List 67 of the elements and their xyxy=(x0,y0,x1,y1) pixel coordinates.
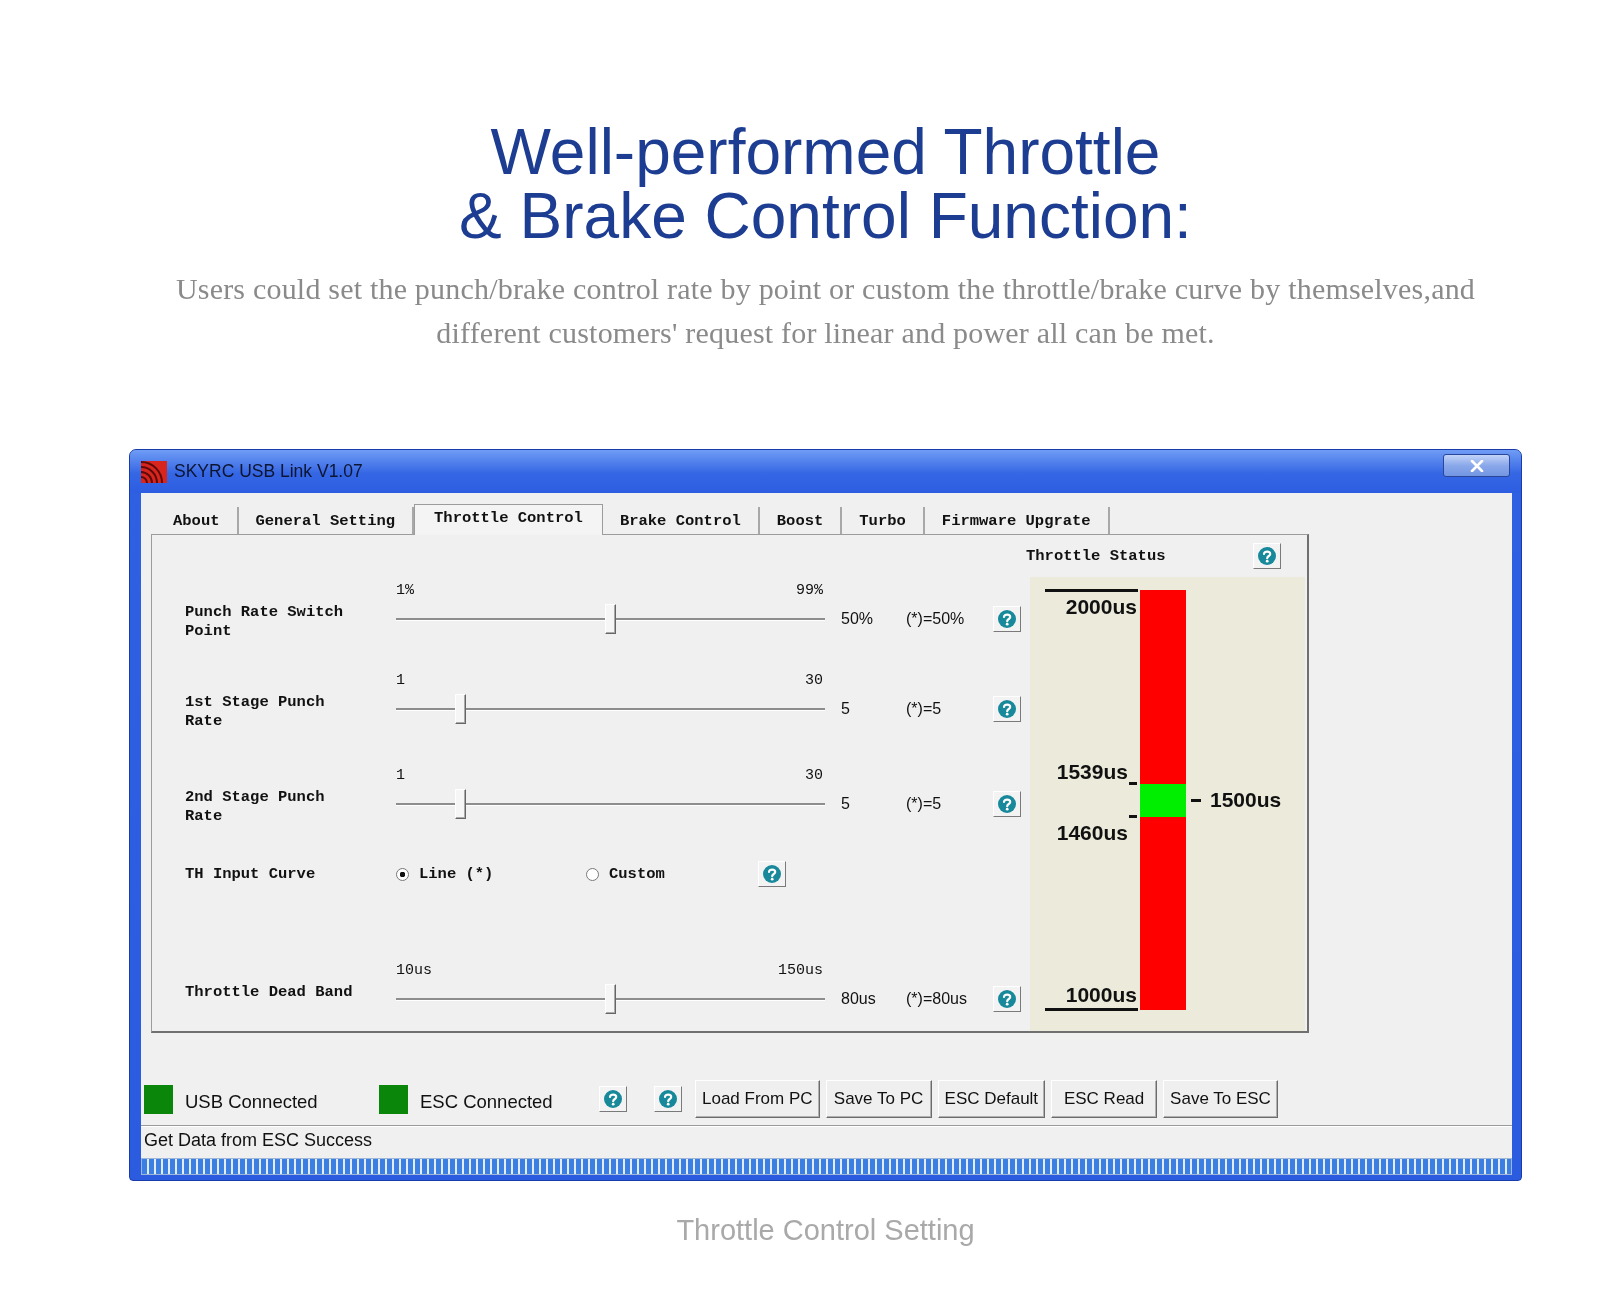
help-icon xyxy=(659,1090,677,1108)
action-button[interactable]: ESC Read xyxy=(1051,1080,1158,1118)
caption: Throttle Control Setting xyxy=(675,1213,976,1247)
setting-label: 1st Stage Punch Rate xyxy=(185,693,326,731)
setting-label: Punch Rate Switch Point xyxy=(185,603,345,641)
radio-option[interactable]: Custom xyxy=(586,865,758,883)
action-button[interactable]: Load From PC xyxy=(695,1080,820,1118)
radio-button[interactable] xyxy=(586,867,599,881)
range-max-label: 30 xyxy=(805,671,823,691)
close-button[interactable] xyxy=(1443,454,1510,477)
help-icon xyxy=(998,610,1016,628)
subtitle-paragraph: Users could set the punch/brake control rate by point or custom the throttle/brake curve by themselves,and different customers' request for linear and power all can be met. xyxy=(174,271,1477,351)
panel-title: Throttle Status xyxy=(1026,547,1166,565)
range-min-label: 1 xyxy=(396,766,405,786)
help-icon xyxy=(604,1090,622,1108)
range-max-label: 99% xyxy=(796,581,823,601)
help-icon xyxy=(998,795,1016,813)
status-label: ESC Connected xyxy=(420,1091,553,1113)
help-button[interactable] xyxy=(993,606,1021,632)
value-label: 80us xyxy=(841,990,877,1008)
help-button[interactable] xyxy=(654,1086,682,1112)
tab[interactable]: Throttle Control xyxy=(414,504,603,535)
window-title: SKYRC USB Link V1.07 xyxy=(174,461,363,482)
action-button[interactable]: Save To PC xyxy=(825,1080,932,1118)
value-label: 5 xyxy=(841,795,851,813)
help-icon xyxy=(763,865,781,883)
headline: Well-performed Throttle & Brake Control Function: xyxy=(458,120,1193,248)
range-max-label: 150us xyxy=(778,961,823,981)
default-value-label: (*)=5 xyxy=(906,795,943,813)
range-min-label: 1% xyxy=(396,581,414,601)
scale-label: 1539us xyxy=(1056,759,1128,784)
status-message: Get Data from ESC Success xyxy=(143,1129,374,1152)
action-button[interactable]: Save To ESC xyxy=(1163,1080,1278,1118)
setting-label: TH Input Curve xyxy=(185,864,317,884)
setting-label: Throttle Dead Band xyxy=(185,983,354,1002)
scale-label: 2000us xyxy=(1065,595,1137,619)
setting-label: 2nd Stage Punch Rate xyxy=(185,788,326,826)
scale-label: 1460us xyxy=(1056,820,1128,845)
value-label: 5 xyxy=(841,700,851,718)
close-icon xyxy=(1469,459,1484,472)
default-value-label: (*)=80us xyxy=(906,990,968,1008)
slider-thumb[interactable] xyxy=(605,984,616,1014)
help-icon xyxy=(998,990,1016,1008)
radio-option[interactable]: Line (*) xyxy=(396,865,586,883)
range-min-label: 10us xyxy=(396,961,432,981)
slider-thumb[interactable] xyxy=(454,789,466,819)
default-value-label: (*)=50% xyxy=(906,610,966,628)
radio-waves-icon xyxy=(141,460,167,483)
default-value-label: (*)=5 xyxy=(906,700,943,718)
slider-thumb[interactable] xyxy=(605,604,616,634)
range-max-label: 30 xyxy=(805,766,823,786)
scale-label: 1000us xyxy=(1065,983,1137,1007)
value-label: 50% xyxy=(841,610,875,628)
help-button[interactable] xyxy=(599,1086,627,1112)
help-button[interactable] xyxy=(993,696,1021,722)
action-button[interactable]: ESC Default xyxy=(937,1080,1046,1118)
help-button[interactable] xyxy=(993,986,1021,1012)
range-min-label: 1 xyxy=(396,671,405,691)
status-label: USB Connected xyxy=(185,1091,318,1113)
scale-label: 1500us xyxy=(1210,788,1282,812)
help-icon xyxy=(998,700,1016,718)
radio-button[interactable] xyxy=(396,867,409,881)
slider-thumb[interactable] xyxy=(454,694,466,724)
help-button[interactable] xyxy=(758,861,786,887)
help-button[interactable] xyxy=(993,791,1021,817)
help-button[interactable] xyxy=(1253,543,1281,569)
help-icon xyxy=(1258,547,1276,565)
